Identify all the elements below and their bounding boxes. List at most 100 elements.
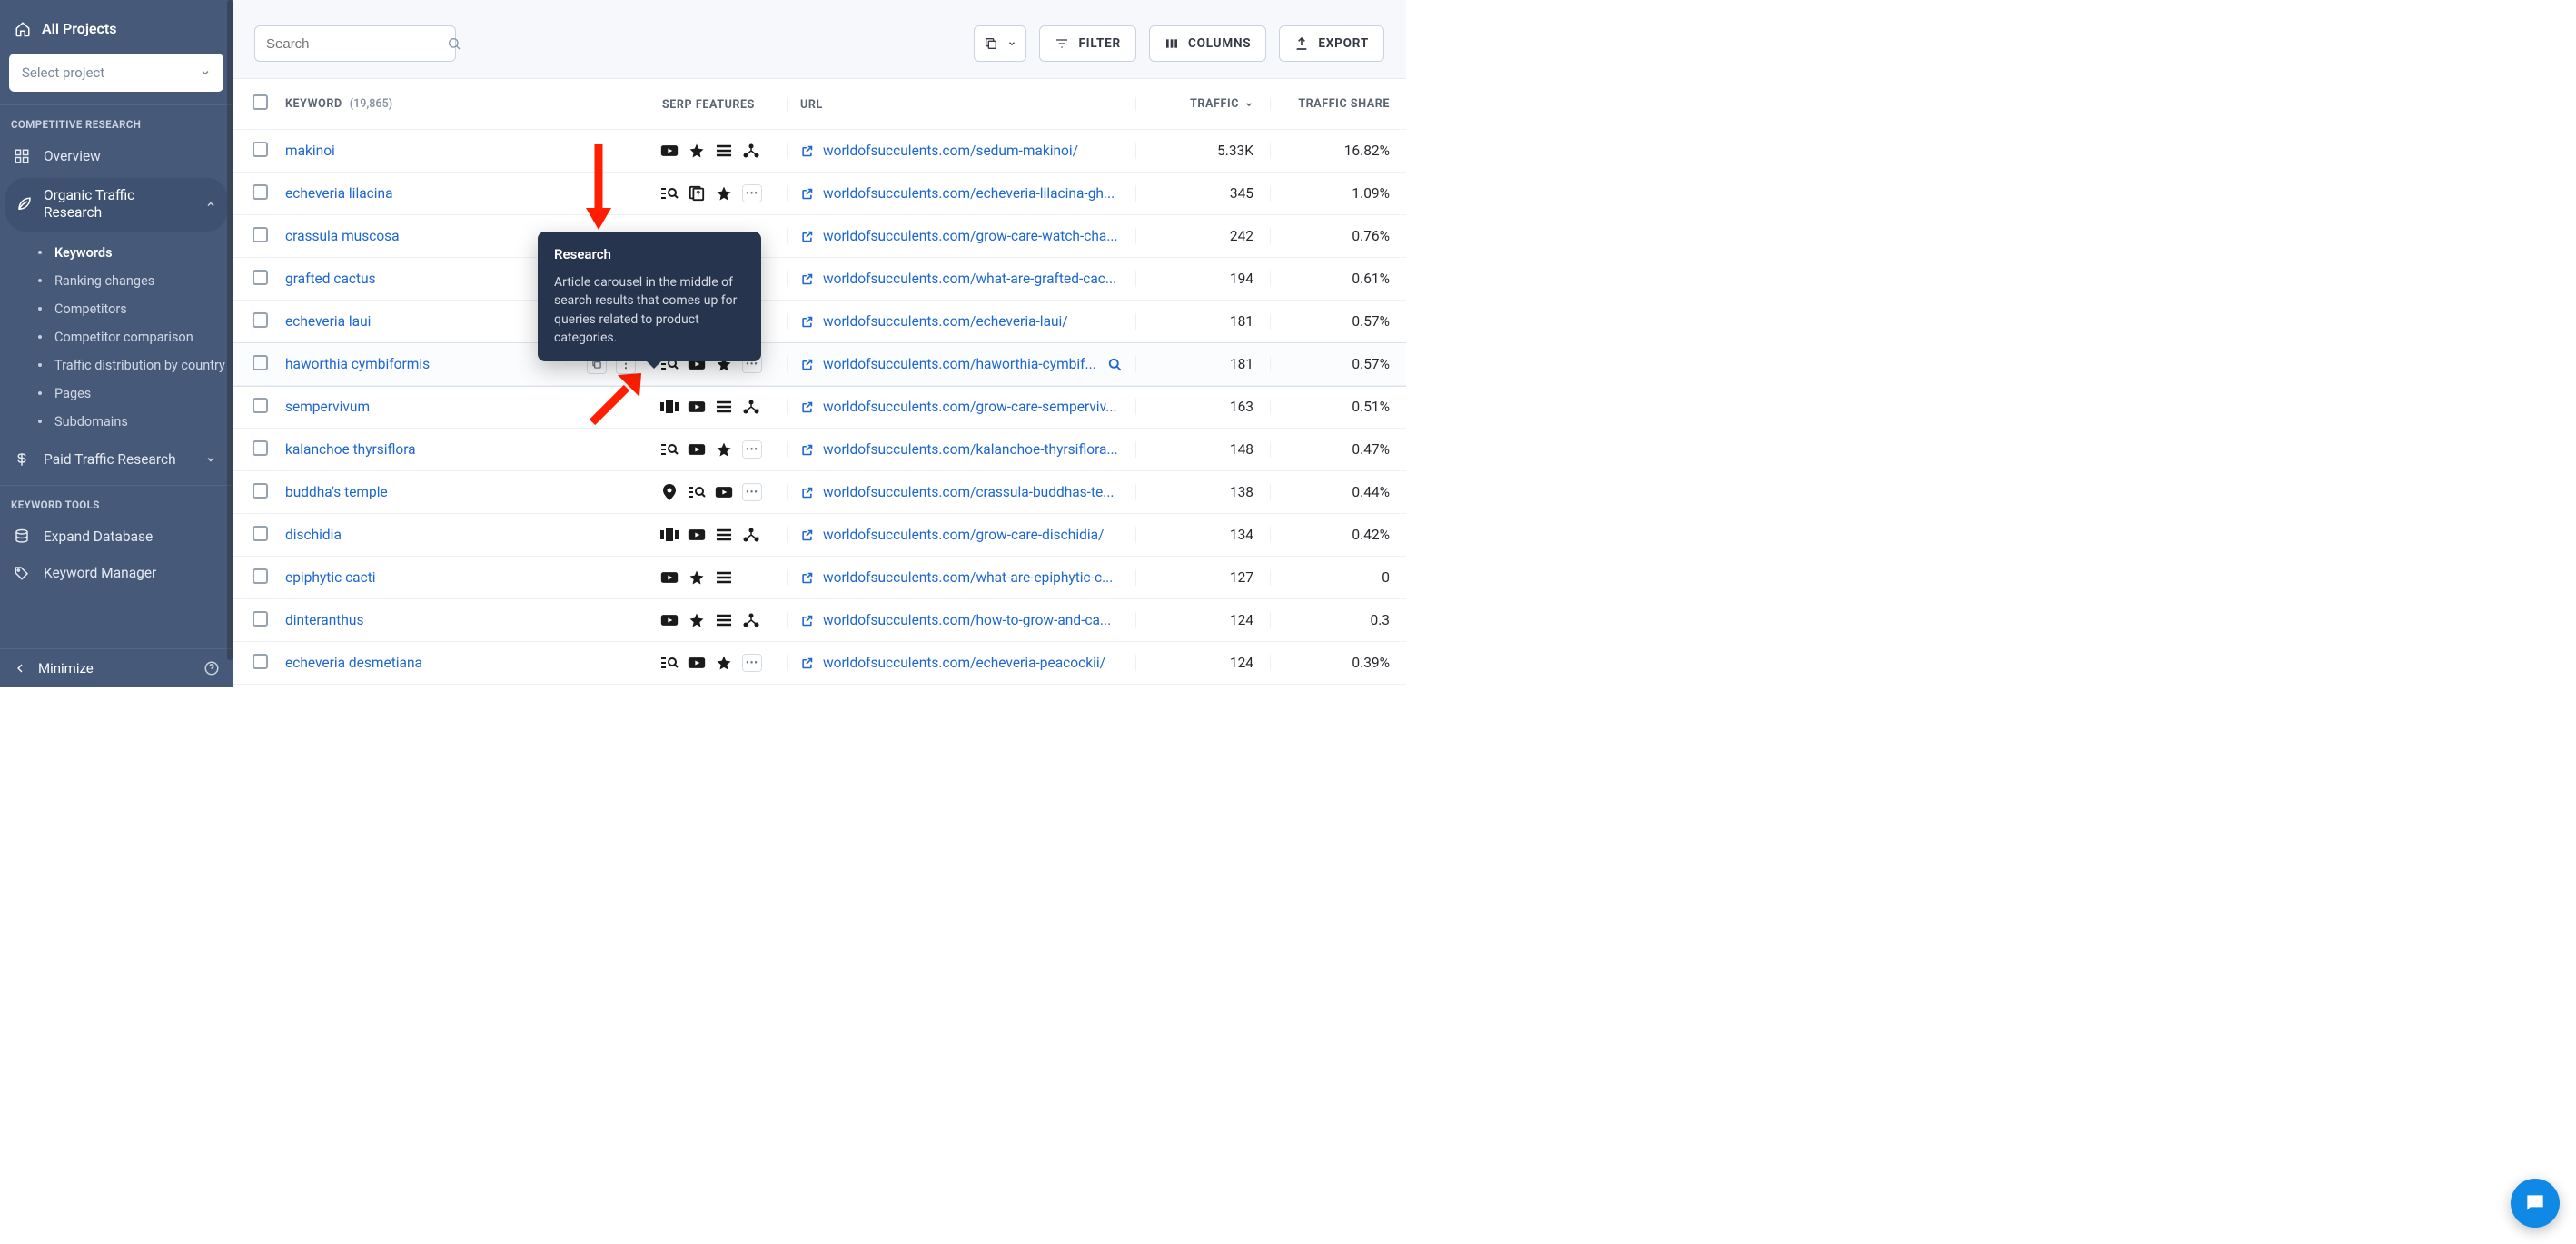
external-link-icon[interactable]	[800, 486, 814, 499]
serp-video-icon[interactable]	[660, 568, 679, 587]
serp-list-icon[interactable]	[715, 398, 733, 416]
serp-video-icon[interactable]	[688, 398, 706, 416]
url-link[interactable]: worldofsucculents.com/crassula-buddhas-t…	[823, 484, 1123, 500]
keyword-link[interactable]: buddha's temple	[285, 484, 388, 500]
serp-list-icon[interactable]	[715, 142, 733, 160]
project-select[interactable]: Select project	[9, 54, 223, 92]
serp-research-icon[interactable]	[688, 483, 706, 501]
nav-keyword-manager[interactable]: Keyword Manager	[0, 555, 233, 591]
row-checkbox[interactable]	[253, 142, 268, 157]
magnify-url-icon[interactable]	[1106, 356, 1123, 372]
serp-star-icon[interactable]	[688, 142, 706, 160]
external-link-icon[interactable]	[800, 230, 814, 243]
row-checkbox[interactable]	[253, 227, 268, 242]
keyword-link[interactable]: grafted cactus	[285, 271, 376, 287]
url-link[interactable]: worldofsucculents.com/kalanchoe-thyrsifl…	[823, 441, 1123, 458]
external-link-icon[interactable]	[800, 358, 814, 371]
keyword-link[interactable]: makinoi	[285, 143, 335, 159]
serp-carousel-icon[interactable]	[660, 398, 679, 416]
serp-research-icon[interactable]	[660, 654, 679, 672]
external-link-icon[interactable]	[800, 144, 814, 158]
serp-more-icon[interactable]: •••	[742, 483, 762, 501]
chat-fab[interactable]	[2511, 1179, 2560, 1228]
nav-paid-traffic[interactable]: Paid Traffic Research	[0, 441, 233, 478]
serp-sitelinks-icon[interactable]	[742, 398, 760, 416]
keyword-link[interactable]: epiphytic cacti	[285, 569, 376, 586]
serp-sitelinks-icon[interactable]	[742, 526, 760, 544]
serp-research-icon[interactable]	[660, 184, 679, 202]
serp-sitelinks-icon[interactable]	[742, 611, 760, 629]
serp-local-icon[interactable]	[660, 483, 679, 501]
row-checkbox[interactable]	[253, 312, 268, 328]
row-checkbox[interactable]	[253, 526, 268, 541]
serp-video-icon[interactable]	[688, 654, 706, 672]
filter-button[interactable]: FILTER	[1039, 25, 1136, 62]
serp-star-icon[interactable]	[688, 611, 706, 629]
sidebar-sub-item[interactable]: Traffic distribution by country	[25, 351, 233, 380]
th-keyword[interactable]: KEYWORD	[285, 97, 342, 111]
export-button[interactable]: EXPORT	[1279, 25, 1384, 62]
serp-faq-icon[interactable]: ?	[688, 184, 706, 202]
url-link[interactable]: worldofsucculents.com/echeveria-peacocki…	[823, 655, 1123, 671]
row-checkbox[interactable]	[253, 184, 268, 200]
serp-video-icon[interactable]	[715, 483, 733, 501]
keyword-link[interactable]: sempervivum	[285, 399, 370, 415]
url-link[interactable]: worldofsucculents.com/echeveria-laui/	[823, 313, 1123, 330]
help-icon[interactable]	[203, 660, 220, 676]
search-box[interactable]	[254, 25, 456, 62]
external-link-icon[interactable]	[800, 614, 814, 627]
minimize-button[interactable]: Minimize	[13, 660, 94, 676]
serp-star-icon[interactable]	[715, 440, 733, 459]
search-input[interactable]	[266, 36, 447, 52]
keyword-link[interactable]: crassula muscosa	[285, 228, 400, 244]
select-all-checkbox[interactable]	[253, 94, 268, 110]
url-link[interactable]: worldofsucculents.com/grow-care-sempervi…	[823, 399, 1123, 415]
serp-video-icon[interactable]	[688, 526, 706, 544]
serp-sitelinks-icon[interactable]	[742, 142, 760, 160]
all-projects-link[interactable]: All Projects	[9, 15, 223, 50]
columns-button[interactable]: COLUMNS	[1149, 25, 1266, 62]
th-traffic-share[interactable]: TRAFFIC SHARE	[1298, 97, 1390, 111]
serp-video-icon[interactable]	[660, 611, 679, 629]
sidebar-sub-item[interactable]: Pages	[25, 380, 233, 408]
url-link[interactable]: worldofsucculents.com/grow-care-watch-ch…	[823, 228, 1123, 244]
serp-star-icon[interactable]	[715, 654, 733, 672]
serp-list-icon[interactable]	[715, 611, 733, 629]
serp-video-icon[interactable]	[660, 142, 679, 160]
serp-star-icon[interactable]	[688, 568, 706, 587]
row-checkbox[interactable]	[253, 355, 268, 370]
url-link[interactable]: worldofsucculents.com/echeveria-lilacina…	[823, 185, 1123, 202]
row-checkbox[interactable]	[253, 611, 268, 627]
nav-overview[interactable]: Overview	[0, 138, 233, 174]
keyword-link[interactable]: echeveria lilacina	[285, 185, 393, 202]
external-link-icon[interactable]	[800, 657, 814, 670]
keyword-link[interactable]: echeveria desmetiana	[285, 655, 422, 671]
keyword-link[interactable]: haworthia cymbiformis	[285, 356, 430, 372]
sidebar-sub-item[interactable]: Competitor comparison	[25, 323, 233, 351]
url-link[interactable]: worldofsucculents.com/what-are-grafted-c…	[823, 271, 1123, 287]
keyword-link[interactable]: dinteranthus	[285, 612, 363, 628]
serp-star-icon[interactable]	[715, 184, 733, 202]
external-link-icon[interactable]	[800, 272, 814, 286]
url-link[interactable]: worldofsucculents.com/grow-care-dischidi…	[823, 527, 1123, 543]
external-link-icon[interactable]	[800, 315, 814, 329]
th-traffic[interactable]: TRAFFIC	[1190, 97, 1239, 111]
nav-expand-database[interactable]: Expand Database	[0, 518, 233, 555]
serp-carousel-icon[interactable]	[660, 526, 679, 544]
external-link-icon[interactable]	[800, 443, 814, 457]
row-checkbox[interactable]	[253, 440, 268, 456]
serp-video-icon[interactable]	[688, 440, 706, 459]
sidebar-sub-item[interactable]: Competitors	[25, 295, 233, 323]
sidebar-sub-item[interactable]: Ranking changes	[25, 267, 233, 295]
keyword-link[interactable]: dischidia	[285, 527, 342, 543]
url-link[interactable]: worldofsucculents.com/sedum-makinoi/	[823, 143, 1123, 159]
sidebar-sub-item[interactable]: Keywords	[25, 239, 233, 267]
external-link-icon[interactable]	[800, 187, 814, 201]
keyword-link[interactable]: kalanchoe thyrsiflora	[285, 441, 416, 458]
url-link[interactable]: worldofsucculents.com/haworthia-cymbif..…	[823, 356, 1097, 372]
keyword-link[interactable]: echeveria laui	[285, 313, 371, 330]
sidebar-sub-item[interactable]: Subdomains	[25, 408, 233, 436]
nav-organic-traffic-research[interactable]: Organic Traffic Research	[5, 178, 227, 232]
row-checkbox[interactable]	[253, 483, 268, 499]
url-link[interactable]: worldofsucculents.com/what-are-epiphytic…	[823, 569, 1123, 586]
